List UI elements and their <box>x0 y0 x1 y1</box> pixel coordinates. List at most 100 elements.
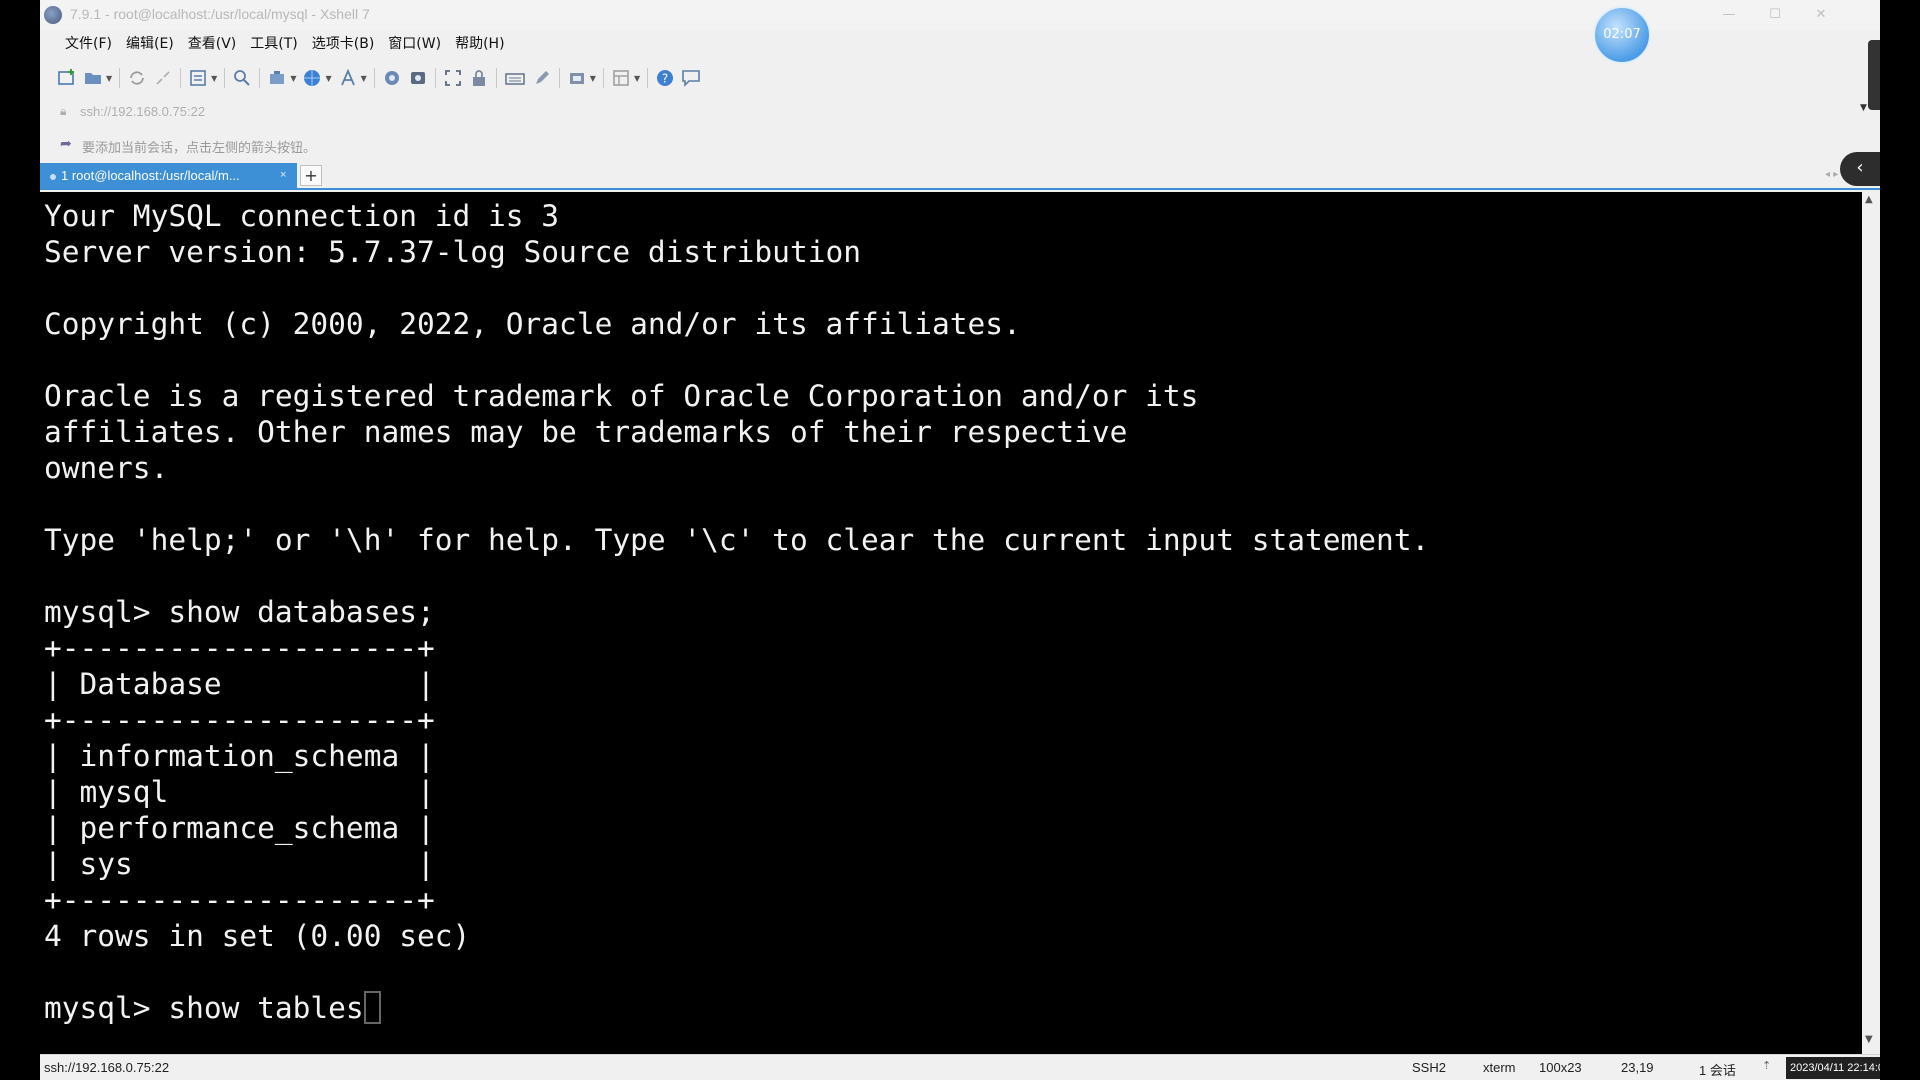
terminal-line: affiliates. Other names may be trademark… <box>44 415 1128 449</box>
close-button[interactable]: ✕ <box>1798 2 1844 28</box>
status-terminal-type: xterm <box>1483 1060 1516 1075</box>
tab-label: 1 root@localhost:/usr/local/m... <box>61 168 240 183</box>
system-clock: 2023/04/11 22:14:04 <box>1786 1057 1880 1079</box>
toolbar-separator <box>602 68 604 88</box>
layout-icon[interactable]: ▼ <box>608 65 643 91</box>
scroll-up-icon[interactable]: ▲ <box>1865 194 1873 205</box>
status-bar: ssh://192.168.0.75:22 SSH2 xterm 100x23 … <box>40 1054 1880 1080</box>
status-dot-icon <box>50 173 56 180</box>
font-icon[interactable]: ▼ <box>335 65 370 91</box>
bookmark-arrow-icon[interactable]: ➦ <box>60 136 72 152</box>
record-icon[interactable] <box>405 65 431 91</box>
status-protocol: SSH2 <box>1412 1060 1446 1075</box>
terminal-line: Your MySQL connection id is 3 <box>44 199 560 233</box>
terminal-line: | information_schema | <box>44 739 435 773</box>
terminal-line: +--------------------+ <box>44 883 435 917</box>
compose-icon[interactable] <box>529 65 555 91</box>
menu-window[interactable]: 窗口(W) <box>381 30 448 58</box>
menu-tools[interactable]: 工具(T) <box>243 30 304 58</box>
lock-small-icon: 🔒︎ <box>60 104 67 118</box>
terminal-output[interactable]: Your MySQL connection id is 3 Server ver… <box>40 192 1862 1054</box>
tray-arrow-icon[interactable]: ⇡ <box>1762 1059 1771 1072</box>
xshell-logo-icon <box>44 6 62 24</box>
toolbar-separator <box>647 68 649 88</box>
hint-text: 要添加当前会话，点击左侧的箭头按钮。 <box>82 141 317 156</box>
new-session-icon[interactable] <box>54 65 80 91</box>
menu-edit[interactable]: 编辑(E) <box>119 30 181 58</box>
svg-text:?: ? <box>662 72 668 86</box>
right-black-border <box>1880 0 1920 1080</box>
terminal-line: | mysql | <box>44 775 435 809</box>
toolbar-separator <box>259 68 261 88</box>
tab-scroll-arrows-icon[interactable]: ◂ ▸ <box>1825 169 1838 180</box>
vertical-scrollbar[interactable]: ▲ ▼ <box>1862 192 1880 1054</box>
terminal-line: Copyright (c) 2000, 2022, Oracle and/or … <box>44 307 1021 341</box>
terminal-line: +--------------------+ <box>44 631 435 665</box>
left-black-border <box>0 0 40 1080</box>
minimize-button[interactable]: — <box>1706 2 1752 28</box>
transfer-icon[interactable]: ▼ <box>264 65 299 91</box>
add-tab-button[interactable]: + <box>300 165 322 186</box>
status-size: 100x23 <box>1539 1060 1582 1075</box>
keyboard-icon[interactable] <box>501 65 529 91</box>
edge-handle[interactable] <box>1868 40 1880 110</box>
toolbar-separator <box>119 68 121 88</box>
menu-file[interactable]: 文件(F) <box>58 30 119 58</box>
status-cursor-position: 23,19 <box>1621 1060 1654 1075</box>
scroll-down-icon[interactable]: ▼ <box>1865 1034 1873 1045</box>
menu-bar: 文件(F) 编辑(E) 查看(V) 工具(T) 选项卡(B) 窗口(W) 帮助(… <box>40 30 1880 58</box>
terminal-line: +--------------------+ <box>44 703 435 737</box>
fullscreen-icon[interactable] <box>440 65 466 91</box>
properties-icon[interactable]: ▼ <box>185 65 220 91</box>
menu-view[interactable]: 查看(V) <box>181 30 244 58</box>
toolbar-separator <box>224 68 226 88</box>
reconnect-icon[interactable] <box>124 65 150 91</box>
toolbar: ▼ ▼ ▼ ▼ ▼ ▼ ▼ ? <box>40 60 1880 96</box>
text-cursor <box>363 991 381 1024</box>
toolbar-separator <box>373 68 375 88</box>
side-panel-toggle-icon[interactable]: ‹ <box>1840 152 1880 186</box>
window-title: 7.9.1 - root@localhost:/usr/local/mysql … <box>70 6 370 22</box>
terminal-line: | sys | <box>44 847 435 881</box>
toolbar-separator <box>180 68 182 88</box>
terminal-line: owners. <box>44 451 169 485</box>
terminal-line: | Database | <box>44 667 435 701</box>
lock-icon[interactable] <box>466 65 492 91</box>
terminal-line: mysql> show databases; <box>44 595 435 629</box>
toolbar-separator <box>434 68 436 88</box>
terminal-line: Server version: 5.7.37-log Source distri… <box>44 235 861 269</box>
open-folder-icon[interactable]: ▼ <box>80 65 115 91</box>
status-sessions: 1 会话 <box>1699 1063 1736 1078</box>
address-input[interactable]: ssh://192.168.0.75:22 <box>80 104 205 119</box>
tab-session-1[interactable]: 1 root@localhost:/usr/local/m... × <box>40 163 297 188</box>
tunnel-icon[interactable]: ▼ <box>564 65 599 91</box>
terminal-line: Oracle is a registered trademark of Orac… <box>44 379 1199 413</box>
terminal-line: Type 'help;' or '\h' for help. Type '\c'… <box>44 523 1430 557</box>
chevron-down-icon[interactable]: ▼ <box>1860 103 1867 113</box>
disconnect-icon[interactable] <box>150 65 176 91</box>
menu-tab[interactable]: 选项卡(B) <box>305 30 382 58</box>
tab-bar: 1 root@localhost:/usr/local/m... × + ◂ ▸ <box>40 163 1880 190</box>
session-hint-bar: ➦ 要添加当前会话，点击左侧的箭头按钮。 <box>40 132 1880 158</box>
toolbar-separator <box>495 68 497 88</box>
toolbar-separator <box>558 68 560 88</box>
script-icon[interactable] <box>379 65 405 91</box>
terminal-line: 4 rows in set (0.00 sec) <box>44 919 471 953</box>
chat-icon[interactable] <box>678 65 704 91</box>
address-bar[interactable]: 🔒︎ ssh://192.168.0.75:22 ▼ <box>40 99 1880 125</box>
status-connection: ssh://192.168.0.75:22 <box>44 1060 170 1075</box>
terminal-prompt-line[interactable]: mysql> show tables <box>44 990 1862 1026</box>
tab-close-icon[interactable]: × <box>280 163 286 188</box>
help-icon[interactable]: ? <box>652 65 678 91</box>
find-icon[interactable] <box>229 65 255 91</box>
xshell-window: 7.9.1 - root@localhost:/usr/local/mysql … <box>40 0 1880 1080</box>
globe-icon[interactable]: ▼ <box>299 65 334 91</box>
terminal-input-text: mysql> show tables <box>44 991 364 1025</box>
maximize-button[interactable]: ☐ <box>1752 2 1798 28</box>
menu-help[interactable]: 帮助(H) <box>448 30 511 58</box>
